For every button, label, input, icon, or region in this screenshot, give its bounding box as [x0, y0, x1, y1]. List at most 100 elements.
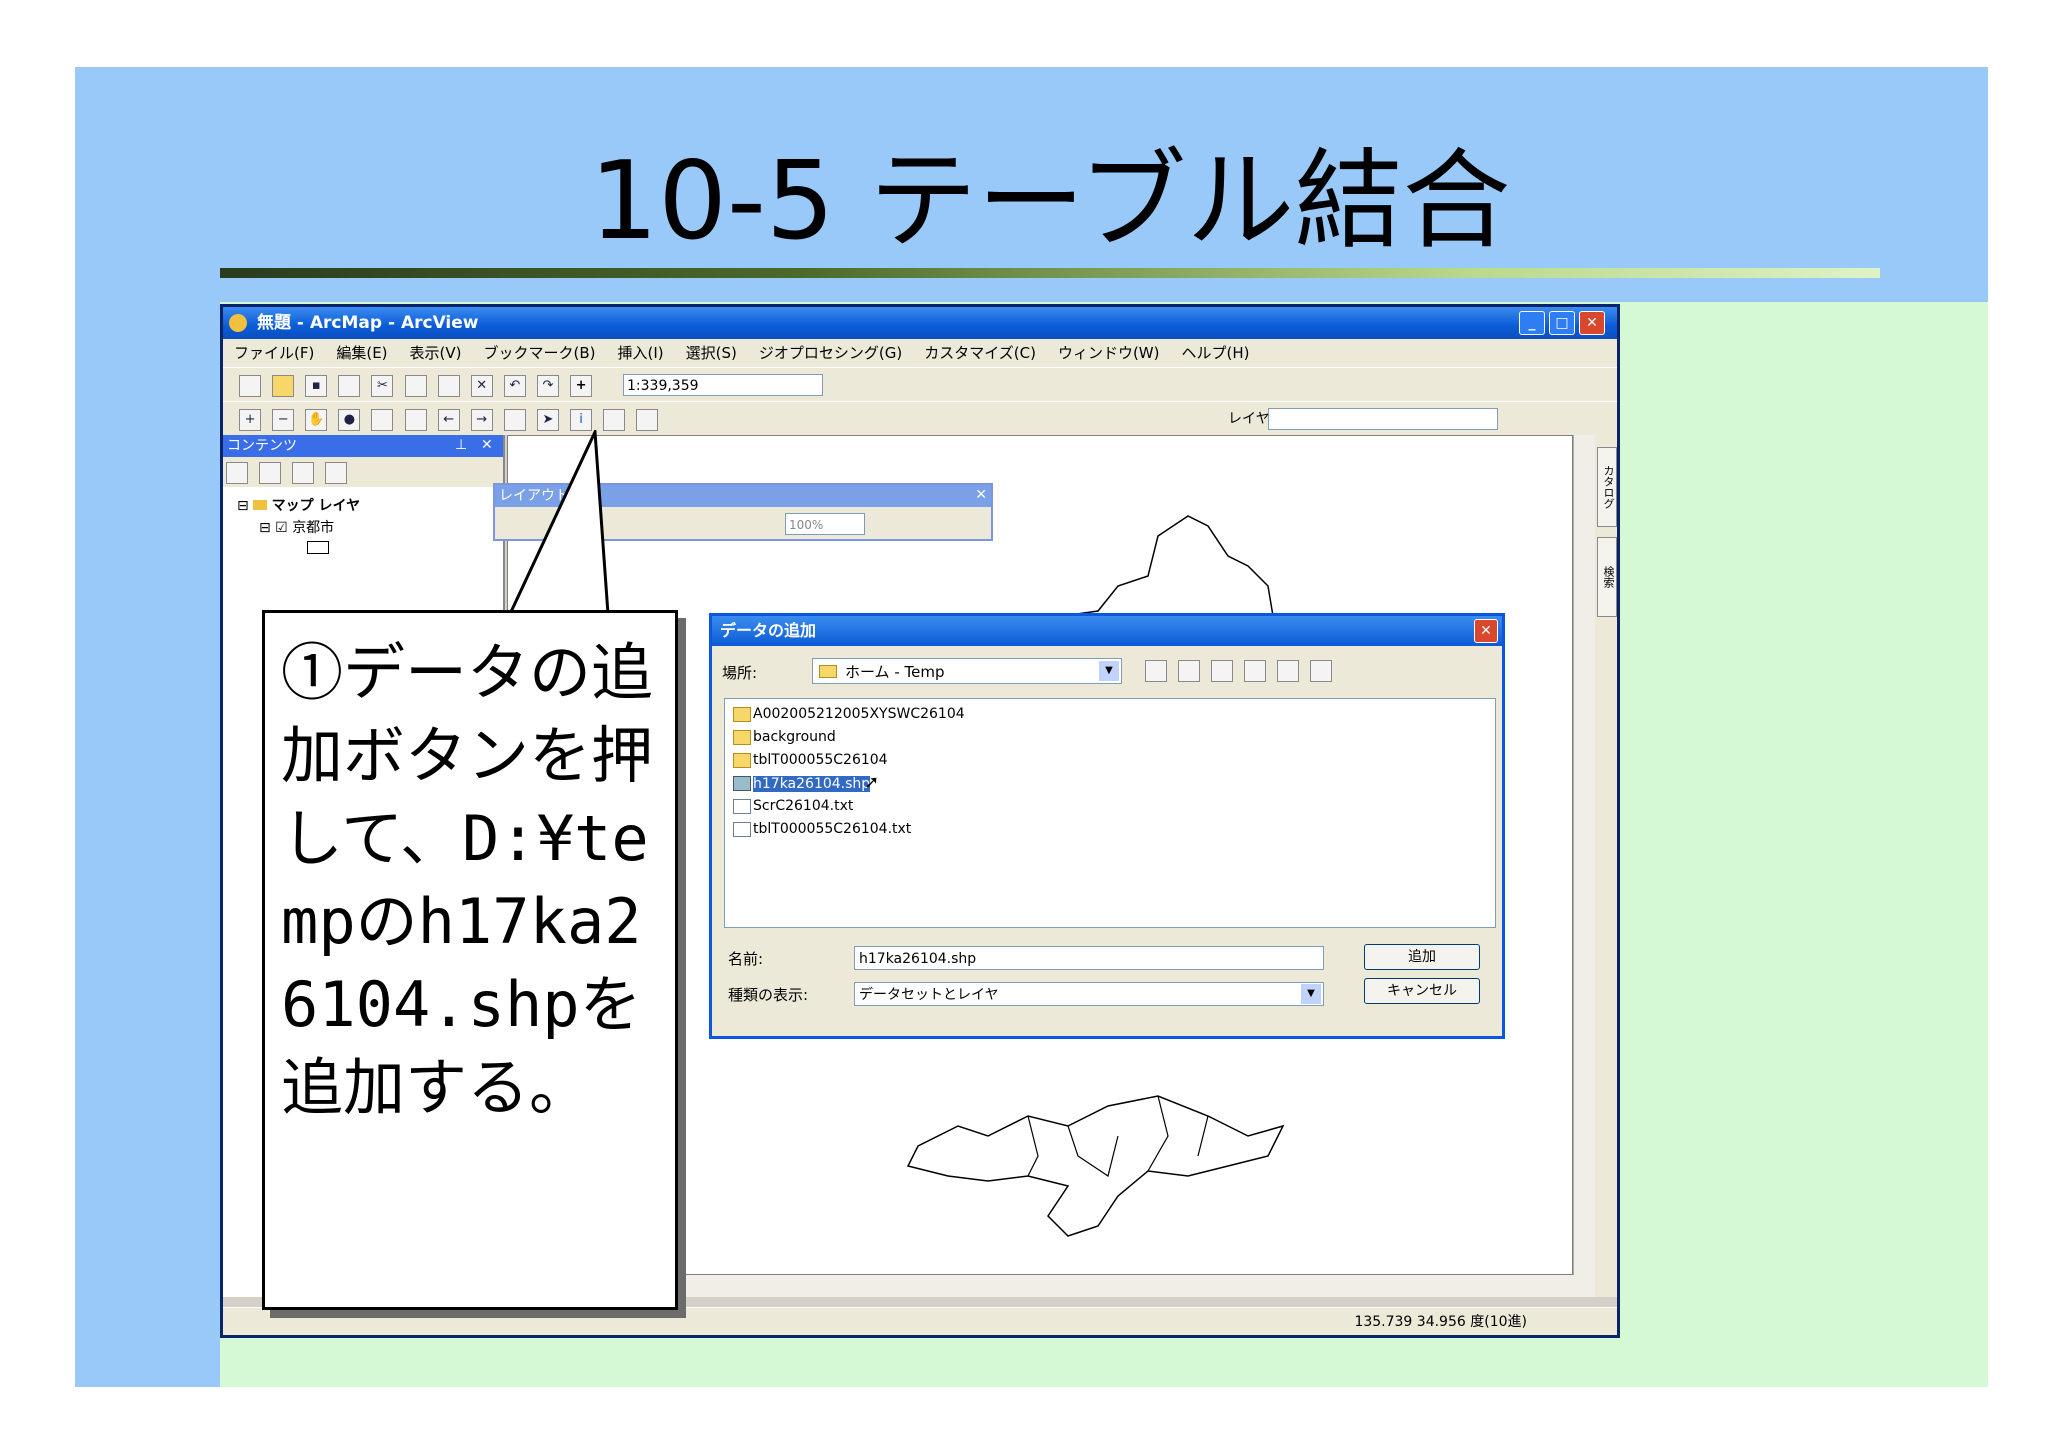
toc-pin-icon[interactable]: ⊥: [455, 437, 467, 453]
list-item-label: A002005212005XYSWC26104: [753, 706, 965, 722]
identify-icon[interactable]: i: [570, 409, 593, 431]
close-button[interactable]: ✕: [1579, 311, 1605, 335]
file-list: A002005212005XYSWC26104 background tblT0…: [724, 698, 1496, 928]
map-vertical-scrollbar[interactable]: [1573, 435, 1595, 1275]
minimize-button[interactable]: _: [1519, 311, 1545, 335]
up-one-level-icon[interactable]: [1145, 660, 1167, 682]
layout-toolbar-close-icon[interactable]: ✕: [975, 487, 987, 503]
chevron-down-icon: ▼: [1301, 984, 1321, 1004]
new-document-icon[interactable]: [239, 375, 262, 397]
go-home-icon[interactable]: [1178, 660, 1201, 682]
cancel-button[interactable]: キャンセル: [1364, 978, 1480, 1004]
list-item-label: tblT000055C26104.txt: [753, 821, 912, 837]
menu-selection[interactable]: 選択(S): [675, 339, 748, 367]
list-item[interactable]: h17ka26104.shp➚: [731, 772, 879, 794]
location-value: ホーム - Temp: [845, 663, 945, 681]
redo-icon[interactable]: ↷: [536, 375, 559, 397]
find-icon[interactable]: [603, 409, 626, 431]
undo-icon[interactable]: ↶: [503, 375, 526, 397]
location-label: 場所:: [722, 664, 758, 682]
menu-customize[interactable]: カスタマイズ(C): [913, 339, 1047, 367]
save-icon[interactable]: ▪: [305, 375, 328, 397]
fixed-zoom-out-icon[interactable]: [404, 409, 427, 431]
status-units: 度(10進): [1470, 1314, 1527, 1330]
list-by-visibility-icon[interactable]: [292, 462, 315, 484]
callout-text: ①データの追加ボタンを押して、D:¥tempのh17ka26104.shpを追加…: [281, 636, 654, 1124]
list-item[interactable]: A002005212005XYSWC26104: [731, 703, 965, 725]
folder-icon: [733, 730, 751, 745]
type-select-value: データセットとレイヤ: [859, 987, 999, 1003]
fixed-zoom-in-icon[interactable]: [371, 409, 394, 431]
list-by-source-icon[interactable]: [259, 462, 282, 484]
window-title: 無題 - ArcMap - ArcView: [257, 313, 479, 333]
print-icon[interactable]: [338, 375, 361, 397]
dialog-toolbar: [1142, 660, 1335, 682]
callout-pointer: [507, 430, 610, 616]
dialog-title[interactable]: データの追加: [712, 616, 1502, 646]
toc-root-label: マップ レイヤ: [271, 498, 361, 514]
home-folder-icon: [819, 665, 837, 678]
map-scale-input[interactable]: 1:339,359: [623, 374, 823, 396]
list-item[interactable]: tblT000055C26104.txt: [731, 818, 911, 840]
toc-root[interactable]: ⊟ マップ レイヤ: [237, 495, 360, 515]
select-elements-icon[interactable]: ➤: [536, 409, 559, 431]
menu-help[interactable]: ヘルプ(H): [1171, 339, 1261, 367]
cut-icon[interactable]: ✂: [371, 375, 394, 397]
menu-file[interactable]: ファイル(F): [223, 339, 325, 367]
layout-zoom-select[interactable]: 100%: [785, 513, 865, 535]
view-options-icon[interactable]: [1244, 660, 1267, 682]
layout-zoom-value: 100%: [789, 518, 824, 532]
standard-toolbar: ▪ ✂ ✕ ↶ ↷ + 1:339,359: [223, 367, 1617, 401]
status-x: 135.739: [1354, 1314, 1413, 1330]
menu-view[interactable]: 表示(V): [399, 339, 473, 367]
layer-symbol[interactable]: [307, 541, 329, 554]
add-button[interactable]: 追加: [1364, 944, 1480, 970]
pan-icon[interactable]: ✋: [305, 409, 328, 431]
back-icon[interactable]: ←: [437, 409, 460, 431]
folder-icon: [733, 707, 751, 722]
copy-icon[interactable]: [404, 375, 427, 397]
type-select[interactable]: データセットとレイヤ ▼: [854, 982, 1324, 1006]
zoom-in-icon[interactable]: +: [239, 409, 262, 431]
layer-dropdown[interactable]: [1268, 408, 1498, 430]
select-features-icon[interactable]: [503, 409, 526, 431]
toc-layer[interactable]: ⊟ ☑ 京都市: [259, 517, 334, 537]
slide-title: 10-5 テーブル結合: [589, 139, 1511, 264]
text-file-icon: [733, 799, 751, 814]
maximize-button[interactable]: □: [1549, 311, 1575, 335]
paste-icon[interactable]: [437, 375, 460, 397]
connect-folder-icon[interactable]: [1211, 660, 1234, 682]
name-input[interactable]: h17ka26104.shp: [854, 946, 1324, 970]
name-input-value: h17ka26104.shp: [859, 951, 977, 967]
menu-bookmark[interactable]: ブックマーク(B): [473, 339, 607, 367]
list-item[interactable]: tblT000055C26104: [731, 749, 888, 771]
full-extent-icon[interactable]: ●: [338, 409, 361, 431]
delete-icon[interactable]: ✕: [470, 375, 493, 397]
menu-insert[interactable]: 挿入(I): [607, 339, 675, 367]
location-select[interactable]: ホーム - Temp ▼: [812, 658, 1122, 684]
open-folder-icon[interactable]: [272, 375, 295, 397]
new-folder-icon[interactable]: [1277, 660, 1300, 682]
menu-edit[interactable]: 編集(E): [325, 339, 398, 367]
list-by-selection-icon[interactable]: [325, 462, 348, 484]
dialog-close-button[interactable]: ✕: [1474, 619, 1498, 643]
folder-icon: [733, 753, 751, 768]
toc-layer-label: 京都市: [292, 520, 335, 536]
list-item[interactable]: background: [731, 726, 836, 748]
window-titlebar[interactable]: 無題 - ArcMap - ArcView: [223, 307, 1617, 339]
catalog-tab[interactable]: カタログ: [1597, 447, 1617, 527]
menu-geoprocessing[interactable]: ジオプロセシング(G): [748, 339, 913, 367]
toc-view-tabs: [223, 457, 503, 487]
search-tab[interactable]: 検索: [1597, 537, 1617, 617]
list-by-drawing-order-icon[interactable]: [226, 462, 248, 484]
add-data-icon[interactable]: +: [570, 375, 593, 397]
measure-icon[interactable]: [636, 409, 659, 431]
layers-icon: [253, 500, 268, 510]
forward-icon[interactable]: →: [470, 409, 493, 431]
name-label: 名前:: [728, 950, 764, 968]
list-item[interactable]: ScrC26104.txt: [731, 795, 853, 817]
chevron-down-icon: ▼: [1099, 661, 1119, 681]
menu-window[interactable]: ウィンドウ(W): [1047, 339, 1171, 367]
catalog-icon[interactable]: [1310, 660, 1333, 682]
zoom-out-icon[interactable]: −: [272, 409, 295, 431]
